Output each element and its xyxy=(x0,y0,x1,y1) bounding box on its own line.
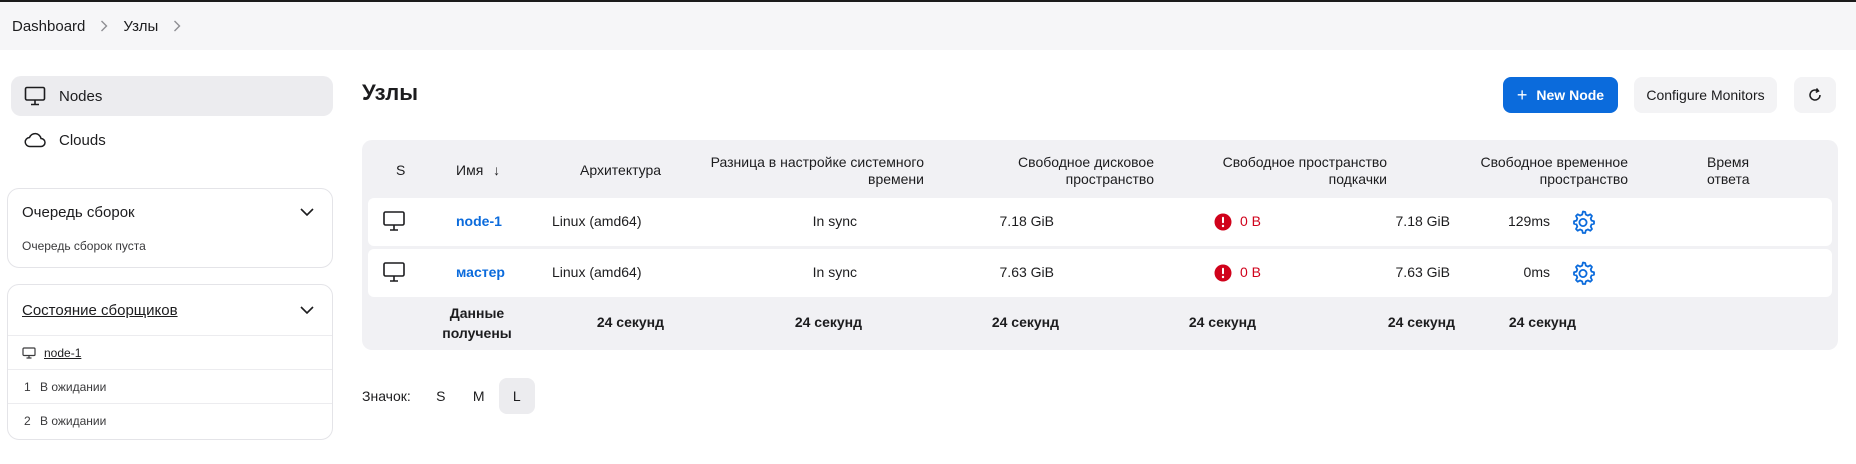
executor-row: 1 В ожидании xyxy=(8,369,332,403)
column-header-response[interactable]: Время ответа xyxy=(1707,154,1750,188)
chevron-right-icon[interactable] xyxy=(166,18,188,34)
computer-icon xyxy=(23,85,47,107)
computer-icon xyxy=(382,210,406,236)
build-queue-header[interactable]: Очередь сборок xyxy=(8,189,332,235)
executor-row: 2 В ожидании xyxy=(8,403,332,437)
chevron-down-icon[interactable] xyxy=(298,301,316,319)
computer-icon xyxy=(22,346,36,359)
build-queue-title: Очередь сборок xyxy=(22,203,135,221)
executor-status: В ожидании xyxy=(40,413,107,428)
chevron-down-icon[interactable] xyxy=(298,203,316,221)
arch-value: Linux (amd64) xyxy=(552,264,642,280)
footer-clock: 24 секунд xyxy=(794,314,862,330)
refresh-button[interactable] xyxy=(1794,77,1836,113)
table-row: node-1 Linux (amd64) In sync 7.18 GiB 0 … xyxy=(368,198,1832,246)
chevron-right-icon[interactable] xyxy=(93,18,115,34)
column-header-disk-line: пространство xyxy=(1065,171,1154,187)
clock-value: In sync xyxy=(812,213,857,229)
footer-label: Данные получены xyxy=(422,303,532,343)
table-row: мастер Linux (amd64) In sync 7.63 GiB 0 … xyxy=(368,249,1832,297)
column-header-swap[interactable]: Свободное пространство подкачки xyxy=(1152,154,1387,188)
plus-icon: + xyxy=(1516,85,1528,105)
footer-disk: 24 секунд xyxy=(991,314,1059,330)
footer-label-line: получены xyxy=(442,325,512,341)
footer-response: 24 секунд xyxy=(1508,314,1576,330)
column-header-name-label: Имя xyxy=(456,162,484,178)
sidebar-item-clouds[interactable]: Clouds xyxy=(11,120,333,160)
column-header-swap-line: Свободное пространство xyxy=(1222,154,1387,170)
column-header-response-line: Время xyxy=(1707,154,1750,170)
icon-size-label: Значок: xyxy=(362,388,411,404)
column-header-clock-line: времени xyxy=(868,171,924,187)
icon-size-s-button[interactable]: S xyxy=(423,378,459,414)
build-queue-empty-text: Очередь сборок пуста xyxy=(22,239,146,253)
computer-icon xyxy=(382,261,406,287)
icon-size-m-button[interactable]: M xyxy=(461,378,497,414)
refresh-icon xyxy=(1807,87,1823,103)
temp-value: 7.18 GiB xyxy=(1395,213,1450,229)
column-header-temp-line: Свободное временное xyxy=(1480,154,1629,170)
column-header-disk[interactable]: Свободное дисковое пространство xyxy=(922,154,1154,188)
swap-value: 0 B xyxy=(1240,264,1262,280)
temp-value: 7.63 GiB xyxy=(1395,264,1450,280)
sidebar-item-nodes[interactable]: Nodes xyxy=(11,76,333,116)
page-title: Узлы xyxy=(362,80,418,105)
new-node-label: New Node xyxy=(1536,87,1605,103)
sidebar: Nodes Clouds Очередь сборок Очередь сбор… xyxy=(0,50,345,464)
column-header-name[interactable]: Имя ↓ xyxy=(456,162,500,179)
warning-icon xyxy=(1214,213,1232,231)
gear-icon[interactable] xyxy=(1570,260,1596,286)
footer-label-line: Данные xyxy=(449,305,505,321)
footer-arch: 24 секунд xyxy=(596,314,664,330)
build-queue-card: Очередь сборок Очередь сборок пуста xyxy=(7,188,333,268)
sort-arrow-icon: ↓ xyxy=(493,162,501,178)
column-header-temp-line: пространство xyxy=(1539,171,1628,187)
clock-value: In sync xyxy=(812,264,857,280)
column-header-clock-line: Разница в настройке системного xyxy=(710,154,924,170)
cloud-icon xyxy=(23,129,47,151)
sidebar-item-label: Nodes xyxy=(59,87,103,105)
disk-value: 7.63 GiB xyxy=(999,264,1054,280)
configure-monitors-button[interactable]: Configure Monitors xyxy=(1634,77,1777,113)
column-header-status[interactable]: S xyxy=(396,162,405,179)
warning-icon xyxy=(1214,264,1232,282)
column-header-clock[interactable]: Разница в настройке системного времени xyxy=(662,154,924,188)
icon-size-selector: Значок: S M L xyxy=(362,378,537,414)
sidebar-item-label: Clouds xyxy=(59,131,106,149)
breadcrumb-dashboard[interactable]: Dashboard xyxy=(12,18,85,35)
response-value: 129ms xyxy=(1507,213,1550,229)
breadcrumb-nodes[interactable]: Узлы xyxy=(123,18,158,35)
swap-value: 0 B xyxy=(1240,213,1262,229)
executor-number: 1 xyxy=(24,379,31,394)
executors-card: Состояние сборщиков node-1 1 В ожидании … xyxy=(7,284,333,440)
gear-icon[interactable] xyxy=(1570,209,1596,235)
column-header-response-line: ответа xyxy=(1707,171,1750,187)
response-value: 0ms xyxy=(1523,264,1550,280)
footer-swap: 24 секунд xyxy=(1188,314,1256,330)
icon-size-l-button[interactable]: L xyxy=(498,378,535,414)
node-link[interactable]: мастер xyxy=(456,264,505,281)
executor-node: node-1 xyxy=(8,335,332,369)
executor-status: В ожидании xyxy=(40,379,107,394)
column-header-arch[interactable]: Архитектура xyxy=(580,162,661,179)
column-header-disk-line: Свободное дисковое xyxy=(1018,154,1154,170)
executors-title-link[interactable]: Состояние сборщиков xyxy=(22,302,178,319)
arch-value: Linux (amd64) xyxy=(552,213,642,229)
disk-value: 7.18 GiB xyxy=(999,213,1054,229)
executor-number: 2 xyxy=(24,413,31,428)
executors-header: Состояние сборщиков xyxy=(8,285,332,335)
footer-temp: 24 секунд xyxy=(1387,314,1455,330)
nodes-table: S Имя ↓ Архитектура Разница в настройке … xyxy=(362,140,1838,350)
node-link[interactable]: node-1 xyxy=(456,213,502,230)
breadcrumb: Dashboard Узлы xyxy=(0,2,1856,50)
new-node-button[interactable]: + New Node xyxy=(1503,77,1618,113)
executor-node-link[interactable]: node-1 xyxy=(44,346,81,360)
column-header-swap-line: подкачки xyxy=(1328,171,1387,187)
column-header-temp[interactable]: Свободное временное пространство xyxy=(1392,154,1629,188)
